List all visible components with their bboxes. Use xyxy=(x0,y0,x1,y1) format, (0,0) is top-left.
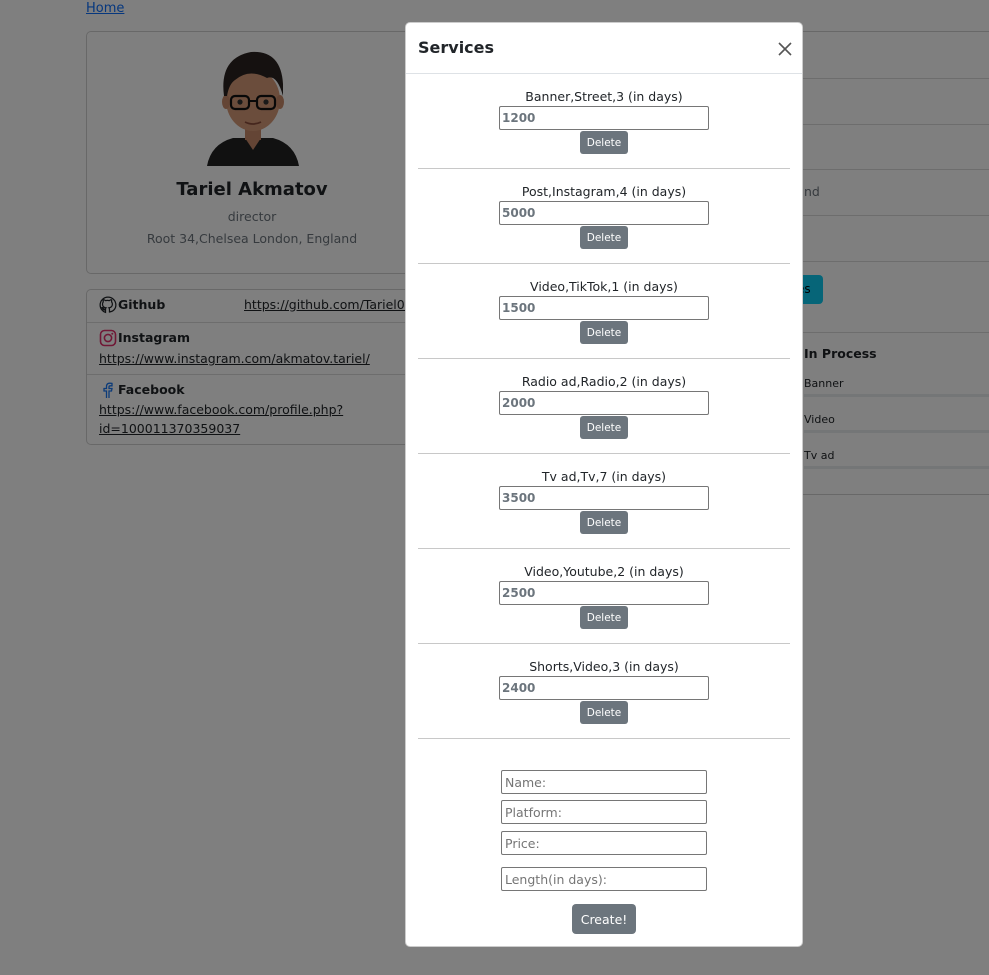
service-item: Post,Instagram,4 (in days) Delete xyxy=(418,169,790,264)
new-service-platform-input[interactable] xyxy=(501,800,707,824)
service-label: Radio ad,Radio,2 (in days) xyxy=(521,374,687,389)
service-price-input[interactable] xyxy=(499,676,709,700)
delete-button[interactable]: Delete xyxy=(580,701,628,724)
service-label: Banner,Street,3 (in days) xyxy=(525,89,683,104)
delete-button[interactable]: Delete xyxy=(580,321,628,344)
new-service-length-input[interactable] xyxy=(501,867,707,891)
modal-header: Services xyxy=(406,23,802,74)
new-service-price-input[interactable] xyxy=(501,831,707,855)
service-label: Shorts,Video,3 (in days) xyxy=(529,659,679,674)
service-price-input[interactable] xyxy=(499,106,709,130)
service-item: Video,TikTok,1 (in days) Delete xyxy=(418,264,790,359)
close-icon[interactable] xyxy=(776,40,794,58)
delete-button[interactable]: Delete xyxy=(580,511,628,534)
service-label: Video,Youtube,2 (in days) xyxy=(524,564,684,579)
delete-button[interactable]: Delete xyxy=(580,226,628,249)
service-item: Shorts,Video,3 (in days) Delete xyxy=(418,644,790,739)
create-button[interactable]: Create! xyxy=(572,904,636,934)
service-price-input[interactable] xyxy=(499,581,709,605)
delete-button[interactable]: Delete xyxy=(580,131,628,154)
service-label: Video,TikTok,1 (in days) xyxy=(530,279,678,294)
services-modal: Services Banner,Street,3 (in days) Delet… xyxy=(405,22,803,947)
service-price-input[interactable] xyxy=(499,296,709,320)
service-item: Tv ad,Tv,7 (in days) Delete xyxy=(418,454,790,549)
service-item: Banner,Street,3 (in days) Delete xyxy=(418,74,790,169)
service-item: Video,Youtube,2 (in days) Delete xyxy=(418,549,790,644)
delete-button[interactable]: Delete xyxy=(580,606,628,629)
service-item: Radio ad,Radio,2 (in days) Delete xyxy=(418,359,790,454)
service-price-input[interactable] xyxy=(499,201,709,225)
service-price-input[interactable] xyxy=(499,486,709,510)
service-label: Tv ad,Tv,7 (in days) xyxy=(541,469,667,484)
delete-button[interactable]: Delete xyxy=(580,416,628,439)
service-label: Post,Instagram,4 (in days) xyxy=(521,184,687,199)
new-service-name-input[interactable] xyxy=(501,770,707,794)
modal-title: Services xyxy=(418,38,495,57)
service-price-input[interactable] xyxy=(499,391,709,415)
